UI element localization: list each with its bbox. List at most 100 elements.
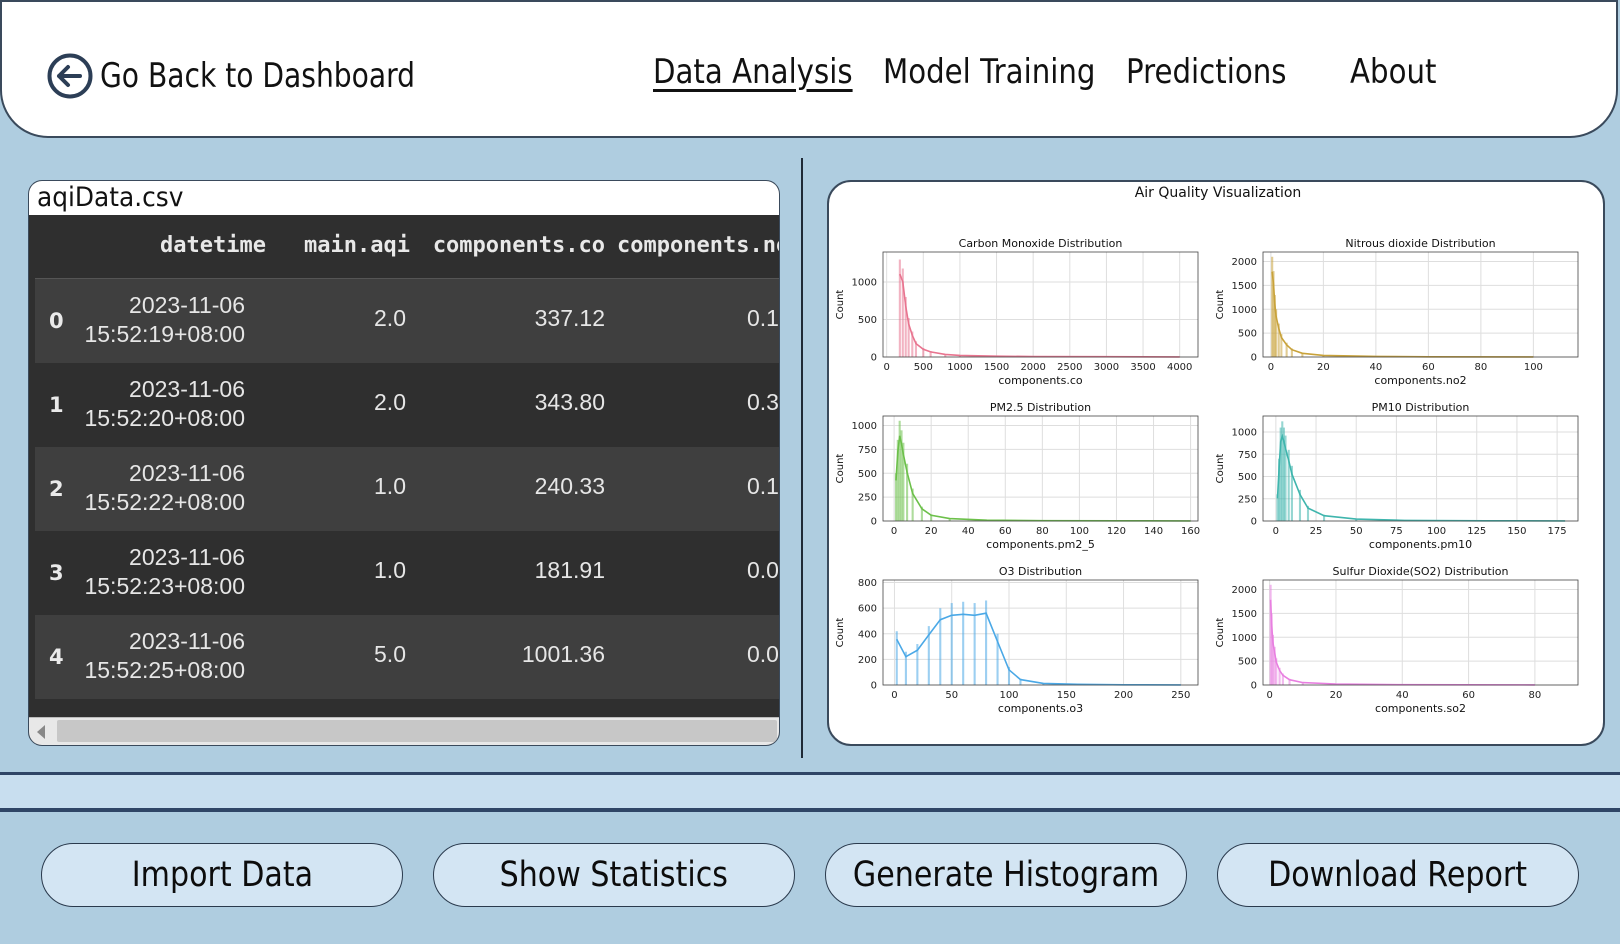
row-aqi: 5.0: [374, 641, 406, 667]
x-tick-label: 0: [1266, 690, 1272, 701]
x-tick-label: 20: [1317, 362, 1330, 373]
table-filename: aqiData.csv: [29, 181, 779, 215]
y-tick-label: 0: [1251, 681, 1257, 692]
y-tick-label: 1500: [1232, 609, 1257, 620]
row-no: 0.10: [747, 473, 779, 499]
row-co: 337.12: [534, 305, 605, 331]
y-axis-label: Count: [1215, 454, 1226, 484]
y-tick-label: 0: [871, 517, 877, 528]
y-tick-label: 1000: [852, 278, 877, 289]
x-tick-label: 80: [1475, 362, 1488, 373]
x-tick-label: 0: [891, 690, 897, 701]
x-tick-label: 0: [883, 362, 889, 373]
y-tick-label: 400: [858, 629, 877, 640]
nav-about[interactable]: About: [1350, 52, 1436, 92]
axes-frame: [1262, 251, 1579, 358]
subplot-title: PM10 Distribution: [1372, 401, 1470, 414]
x-axis-label: components.o3: [998, 702, 1083, 715]
y-tick-label: 1500: [1232, 281, 1257, 292]
col-header-datetime: datetime: [160, 233, 266, 258]
y-tick-label: 1000: [1232, 633, 1257, 644]
x-tick-label: 1500: [984, 362, 1009, 373]
table-row[interactable]: 2 2023-11-06 15:52:22+08:00 1.0 240.33 0.…: [35, 447, 779, 531]
scrollbar-thumb[interactable]: [57, 720, 777, 742]
visualization-panel: Air Quality Visualization 0 500 1000 1500 200…: [827, 180, 1605, 746]
x-tick-label: 20: [925, 526, 938, 537]
y-tick-label: 800: [858, 578, 877, 589]
row-time: 15:52:20+08:00: [84, 405, 245, 431]
row-index: 3: [49, 561, 64, 585]
y-axis-label: Count: [1215, 618, 1226, 648]
row-date: 2023-11-06: [129, 292, 245, 318]
x-tick-label: 60: [999, 526, 1012, 537]
row-date: 2023-11-06: [129, 376, 245, 402]
horizontal-scrollbar[interactable]: [29, 717, 779, 745]
row-co: 343.80: [534, 389, 605, 415]
col-header-aqi: main.aqi: [304, 233, 410, 258]
table-row[interactable]: 1 2023-11-06 15:52:20+08:00 2.0 343.80 0.…: [35, 363, 779, 447]
x-tick-label: 100: [1427, 526, 1446, 537]
axes-frame: [882, 415, 1199, 522]
y-tick-label: 0: [1251, 353, 1257, 364]
data-table[interactable]: datetime main.aqi components.co componen…: [35, 215, 779, 715]
histogram-grid: Air Quality Visualization0 500 1000 1500 200…: [835, 185, 1579, 715]
y-tick-label: 2000: [1232, 257, 1257, 268]
nav-predictions[interactable]: Predictions: [1126, 52, 1286, 92]
nav-data-analysis[interactable]: Data Analysis: [653, 52, 853, 92]
data-table-panel: aqiData.csv datetime main.aqi components…: [28, 180, 780, 746]
row-time: 15:52:25+08:00: [84, 657, 245, 683]
download-report-label: Download Report: [1268, 855, 1528, 895]
x-tick-label: 80: [1529, 690, 1542, 701]
kde-line: [1276, 433, 1566, 522]
show-statistics-button[interactable]: Show Statistics: [433, 843, 795, 907]
row-co: 1001.36: [521, 641, 605, 667]
x-tick-label: 0: [1273, 526, 1279, 537]
subplot-title: O3 Distribution: [999, 565, 1082, 578]
y-tick-label: 500: [1238, 329, 1257, 340]
scroll-left-icon[interactable]: [37, 725, 45, 739]
x-tick-label: 250: [1171, 690, 1190, 701]
kde-line: [895, 435, 1191, 522]
generate-histogram-button[interactable]: Generate Histogram: [825, 843, 1187, 907]
y-tick-label: 750: [858, 445, 877, 456]
x-tick-label: 2000: [1020, 362, 1045, 373]
x-tick-label: 40: [1370, 362, 1383, 373]
subplot-title: Sulfur Dioxide(SO2) Distribution: [1333, 565, 1509, 578]
panel-divider: [801, 158, 803, 758]
x-tick-label: 80: [1036, 526, 1049, 537]
row-co: 181.91: [534, 557, 605, 583]
x-tick-label: 100: [999, 690, 1018, 701]
y-axis-label: Count: [1215, 290, 1226, 320]
row-datetime: 2023-11-06 15:52:25+08:00: [84, 627, 245, 685]
row-aqi: 1.0: [374, 557, 406, 583]
x-tick-label: 0: [1268, 362, 1274, 373]
x-tick-label: 3000: [1094, 362, 1119, 373]
table-row[interactable]: 3 2023-11-06 15:52:23+08:00 1.0 181.91 0.…: [35, 531, 779, 615]
y-tick-label: 500: [1238, 472, 1257, 483]
x-tick-label: 125: [1467, 526, 1486, 537]
download-report-button[interactable]: Download Report: [1217, 843, 1579, 907]
y-tick-label: 500: [858, 315, 877, 326]
x-axis-label: components.so2: [1375, 702, 1466, 715]
row-datetime: 2023-11-06 15:52:22+08:00: [84, 459, 245, 517]
x-tick-label: 200: [1114, 690, 1133, 701]
x-tick-label: 50: [1350, 526, 1363, 537]
row-aqi: 1.0: [374, 473, 406, 499]
table-row[interactable]: 4 2023-11-06 15:52:25+08:00 5.0 1001.36 0…: [35, 615, 779, 699]
row-date: 2023-11-06: [129, 460, 245, 486]
row-index: 1: [49, 393, 64, 417]
x-tick-label: 150: [1057, 690, 1076, 701]
nav-model-training[interactable]: Model Training: [883, 52, 1095, 92]
x-tick-label: 20: [1330, 690, 1343, 701]
x-tick-label: 2500: [1057, 362, 1082, 373]
row-no: 0.30: [747, 389, 779, 415]
x-tick-label: 25: [1310, 526, 1323, 537]
x-tick-label: 100: [1524, 362, 1543, 373]
table-row[interactable]: 0 2023-11-06 15:52:19+08:00 2.0 337.12 0.…: [35, 279, 779, 363]
import-data-button[interactable]: Import Data: [41, 843, 403, 907]
row-index: 0: [49, 309, 64, 333]
row-datetime: 2023-11-06 15:52:23+08:00: [84, 543, 245, 601]
x-axis-label: components.co: [998, 374, 1083, 387]
col-header-co: components.co: [432, 233, 605, 258]
x-tick-label: 60: [1422, 362, 1435, 373]
